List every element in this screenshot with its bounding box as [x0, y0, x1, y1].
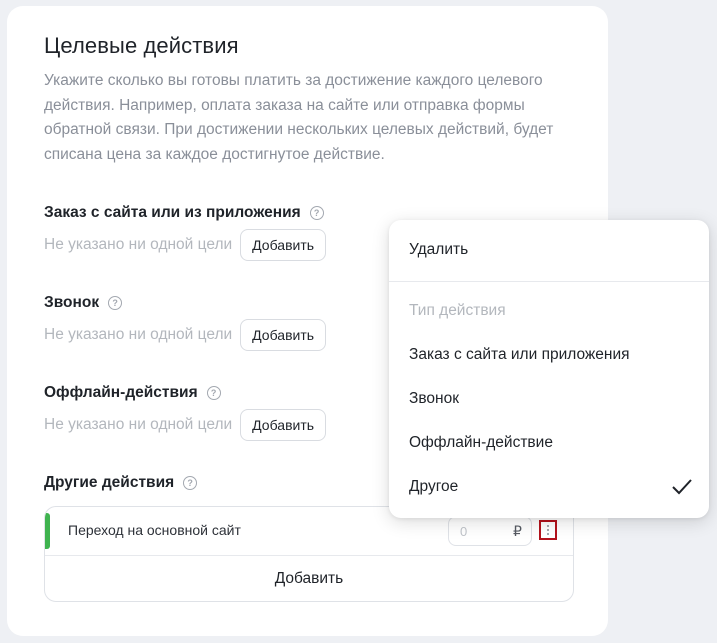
other-goals-list: Переход на основной сайт 0 ₽ Добавить [44, 506, 574, 602]
price-placeholder: 0 [460, 524, 468, 539]
goal-status-bar [45, 513, 50, 549]
page-description: Укажите сколько вы готовы платить за дос… [44, 72, 554, 163]
menu-item-offline[interactable]: Оффлайн-действие [409, 434, 553, 452]
section-offline: Оффлайн-действия ? Не указано ни одной ц… [44, 384, 327, 441]
question-circle-icon[interactable]: ? [183, 476, 198, 490]
section-other: Другие действия ? [44, 474, 198, 492]
add-goal-button[interactable]: Добавить [240, 319, 327, 351]
add-goal-button[interactable]: Добавить [240, 409, 327, 441]
menu-divider [389, 281, 709, 282]
page-title: Целевые действия [44, 33, 239, 58]
section-title: Звонок [44, 294, 100, 311]
menu-item-order[interactable]: Заказ с сайта или приложения [409, 346, 630, 364]
question-circle-icon[interactable]: ? [108, 296, 123, 310]
goal-context-menu: Удалить Тип действия Заказ с сайта или п… [389, 220, 709, 518]
currency-label: ₽ [513, 523, 522, 539]
add-other-goal-button[interactable]: Добавить [45, 556, 573, 601]
kebab-menu-icon[interactable] [539, 520, 557, 540]
section-order: Заказ с сайта или из приложения ? Не ука… [44, 204, 327, 261]
section-title: Заказ с сайта или из приложения [44, 204, 301, 221]
section-title: Оффлайн-действия [44, 384, 198, 401]
question-circle-icon[interactable]: ? [309, 206, 324, 220]
empty-goals-text: Не указано ни одной цели [44, 416, 233, 433]
checkmark-icon [672, 479, 692, 495]
section-call: Звонок ? Не указано ни одной цели Добави… [44, 294, 327, 351]
question-circle-icon[interactable]: ? [206, 386, 221, 400]
add-goal-button[interactable]: Добавить [240, 229, 327, 261]
empty-goals-text: Не указано ни одной цели [44, 236, 233, 253]
menu-item-other[interactable]: Другое [409, 478, 458, 496]
price-input[interactable]: 0 ₽ [448, 516, 532, 546]
goal-name: Переход на основной сайт [68, 522, 241, 538]
menu-item-call[interactable]: Звонок [409, 390, 459, 408]
section-title: Другие действия [44, 474, 175, 491]
menu-item-delete[interactable]: Удалить [409, 241, 468, 259]
menu-section-label: Тип действия [409, 302, 506, 319]
empty-goals-text: Не указано ни одной цели [44, 326, 233, 343]
